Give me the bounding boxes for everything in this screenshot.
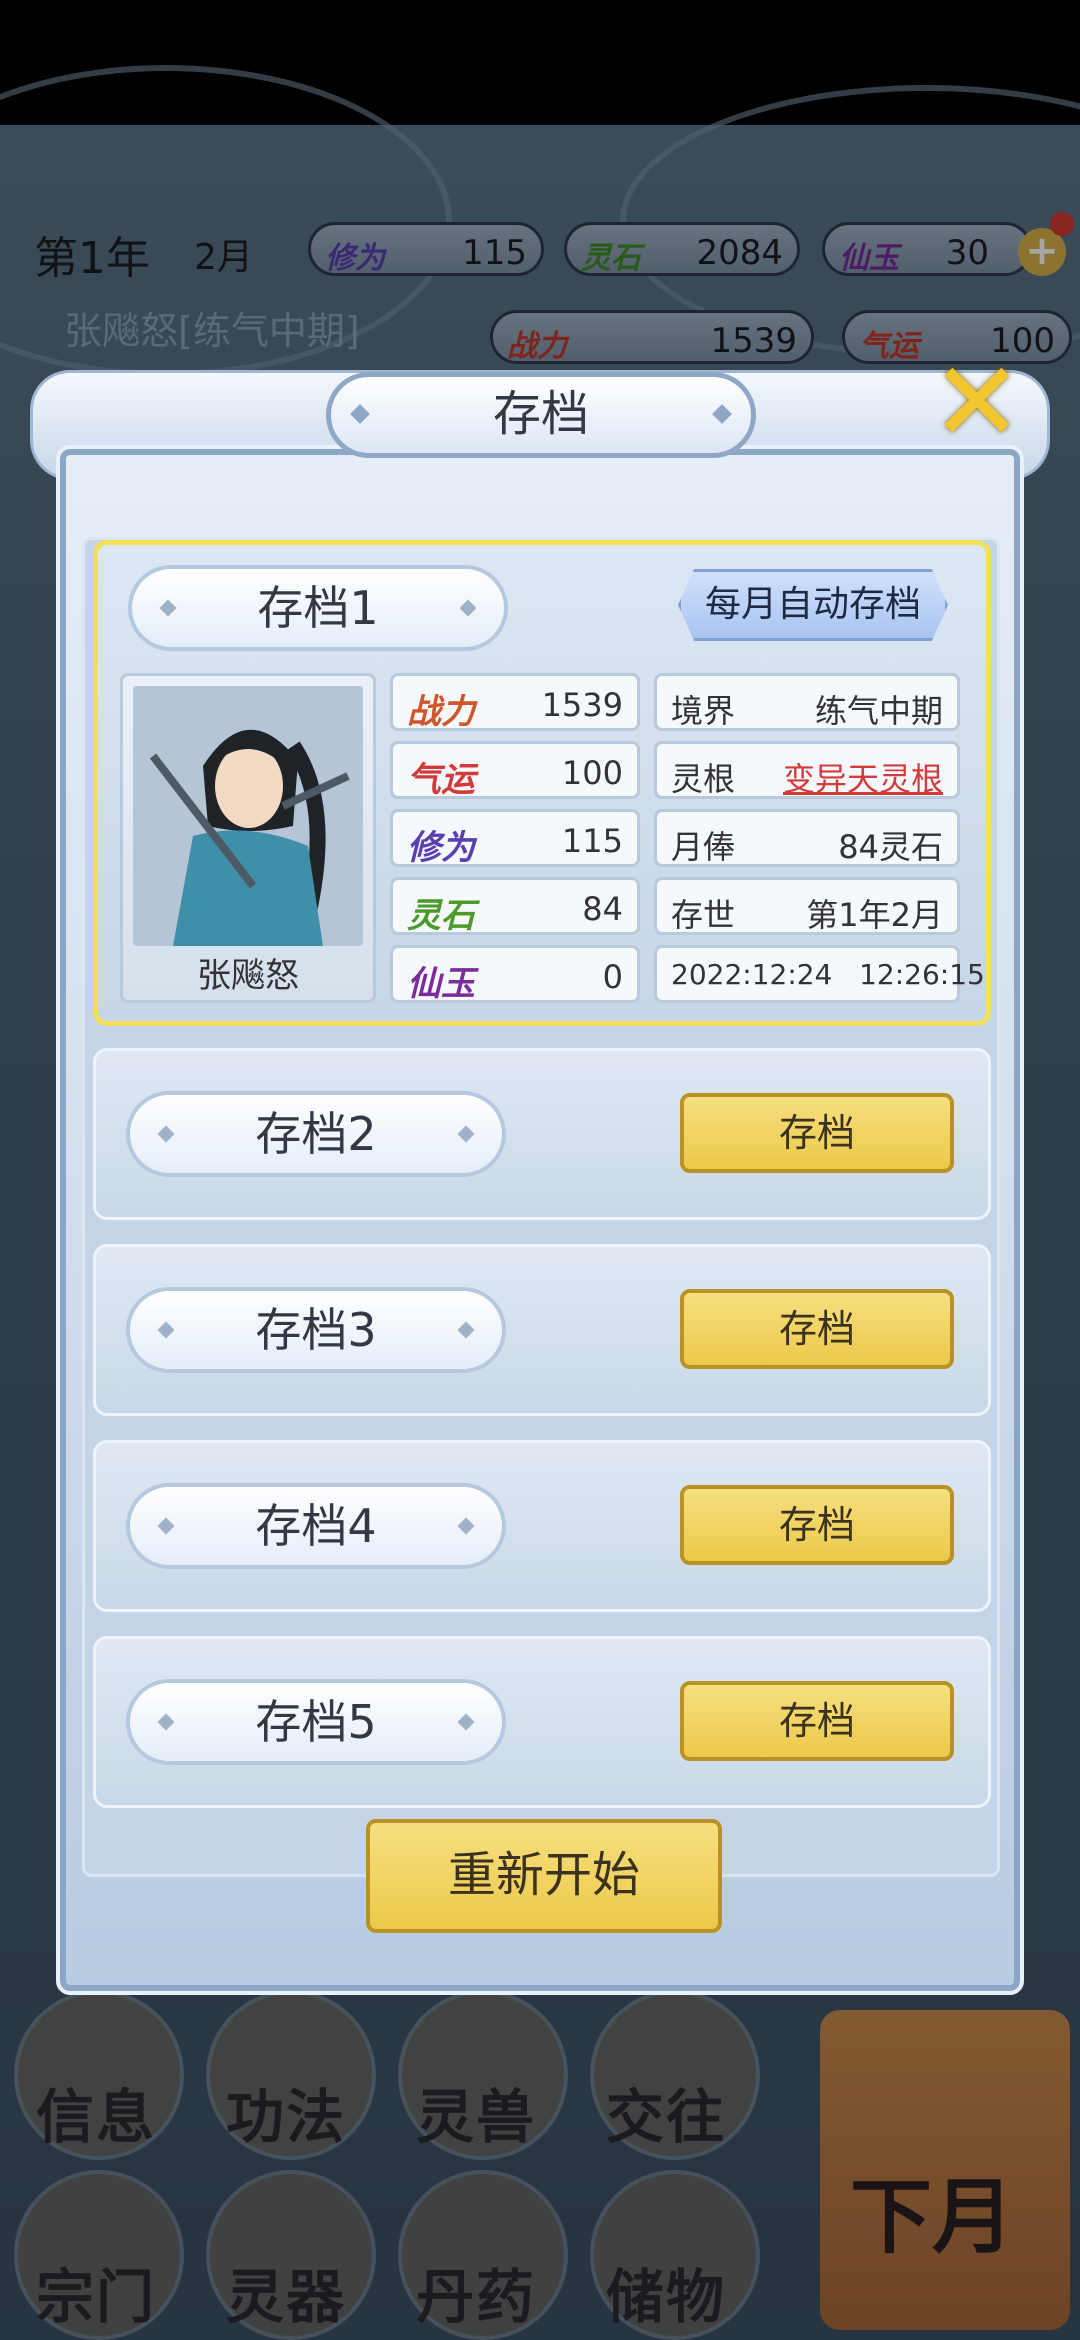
save-slot-name: 存档1 bbox=[128, 565, 508, 651]
save-slot-name: 存档5 bbox=[126, 1679, 506, 1765]
slot-stat-row: 修为 115 bbox=[390, 809, 640, 868]
save-slot-list[interactable]: 存档1 每月自动存档 张飚怒 战力 1539 气运 100 修为 115 灵石 … bbox=[85, 540, 1003, 1880]
auto-save-badge: 每月自动存档 bbox=[678, 569, 948, 641]
stat-label: 气运 bbox=[407, 760, 475, 800]
save-button[interactable]: 存档 bbox=[680, 1681, 954, 1761]
stat-value: 84 bbox=[582, 890, 623, 928]
slot-stat-row: 战力 1539 bbox=[390, 673, 640, 732]
info-label: 月俸 bbox=[671, 828, 736, 866]
stat-label: 灵石 bbox=[407, 896, 475, 936]
info-value: 练气中期 bbox=[814, 692, 943, 730]
salary-row: 月俸 84灵石 bbox=[654, 809, 960, 867]
close-icon[interactable]: ✕ bbox=[922, 347, 1032, 462]
stat-value: 0 bbox=[602, 958, 623, 996]
save-slot-panel: 存档1 每月自动存档 张飚怒 战力 1539 气运 100 修为 115 灵石 … bbox=[82, 537, 1000, 1877]
stat-value: 100 bbox=[561, 754, 623, 792]
character-portrait-image bbox=[133, 686, 363, 946]
info-label: 境界 bbox=[671, 692, 736, 730]
save-dialog: 存档1 每月自动存档 张飚怒 战力 1539 气运 100 修为 115 灵石 … bbox=[56, 445, 1024, 1995]
slot-stat-row: 灵石 84 bbox=[390, 877, 640, 936]
save-slot-2[interactable]: 存档2 存档 bbox=[93, 1048, 991, 1220]
stat-label: 仙玉 bbox=[407, 964, 475, 1004]
save-timestamp-row: 2022:12:24 12:26:15 bbox=[654, 945, 985, 1003]
info-value: 第1年2月 bbox=[806, 896, 943, 934]
stat-value: 1539 bbox=[541, 686, 623, 724]
save-timestamp: 2022:12:24 12:26:15 bbox=[671, 958, 985, 991]
save-slot-1[interactable]: 存档1 每月自动存档 张飚怒 战力 1539 气运 100 修为 115 灵石 … bbox=[93, 540, 991, 1026]
save-slot-name: 存档2 bbox=[126, 1091, 506, 1177]
dialog-title: 存档 bbox=[326, 372, 756, 458]
slot-stat-row: 气运 100 bbox=[390, 741, 640, 800]
character-name: 张飚怒 bbox=[197, 956, 299, 996]
stat-value: 115 bbox=[561, 822, 623, 860]
spirit-root-row: 灵根 变异天灵根 bbox=[654, 741, 960, 799]
restart-button[interactable]: 重新开始 bbox=[366, 1819, 722, 1933]
save-button[interactable]: 存档 bbox=[680, 1289, 954, 1369]
save-slot-3[interactable]: 存档3 存档 bbox=[93, 1244, 991, 1416]
slot-stat-row: 仙玉 0 bbox=[390, 945, 640, 1004]
save-button[interactable]: 存档 bbox=[680, 1093, 954, 1173]
stat-label: 战力 bbox=[407, 692, 475, 732]
save-slot-5[interactable]: 存档5 存档 bbox=[93, 1636, 991, 1808]
realm-row: 境界 练气中期 bbox=[654, 673, 960, 731]
info-label: 灵根 bbox=[671, 760, 736, 798]
save-slot-name: 存档4 bbox=[126, 1483, 506, 1569]
save-button[interactable]: 存档 bbox=[680, 1485, 954, 1565]
age-row: 存世 第1年2月 bbox=[654, 877, 960, 935]
info-value: 84灵石 bbox=[838, 828, 943, 866]
character-portrait: 张飚怒 bbox=[120, 673, 376, 1003]
save-slot-name: 存档3 bbox=[126, 1287, 506, 1373]
stat-label: 修为 bbox=[407, 828, 475, 868]
info-label: 存世 bbox=[671, 896, 736, 934]
spirit-root-link[interactable]: 变异天灵根 bbox=[783, 754, 943, 800]
save-slot-4[interactable]: 存档4 存档 bbox=[93, 1440, 991, 1612]
